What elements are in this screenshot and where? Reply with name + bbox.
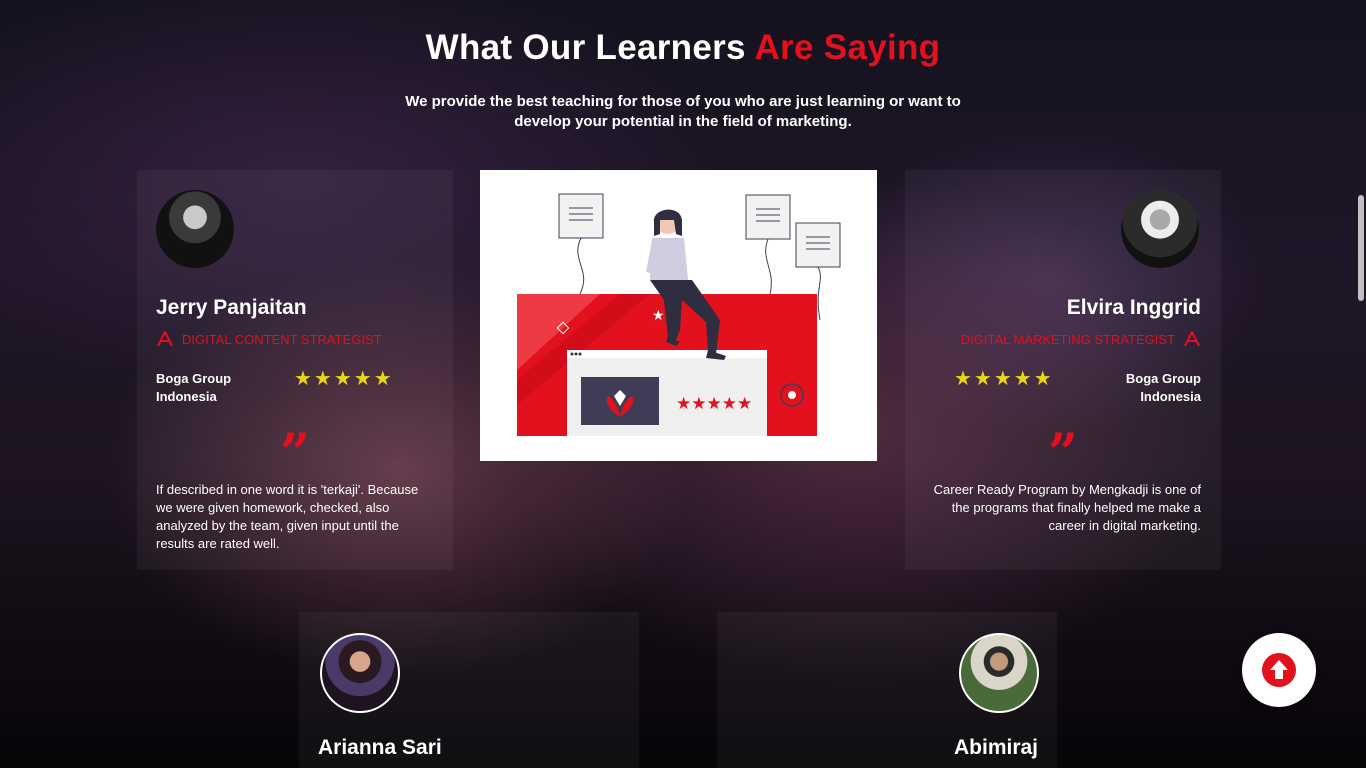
testimonial-review: If described in one word it is 'terkaji'… bbox=[156, 482, 419, 551]
svg-text:★★★★★: ★★★★★ bbox=[676, 394, 752, 414]
quote-icon: ” bbox=[1048, 423, 1078, 484]
compass-icon bbox=[157, 331, 173, 347]
role-label: DIGITAL MARKETING STRATEGIST bbox=[960, 331, 1175, 347]
page-scrollbar[interactable] bbox=[1356, 0, 1366, 768]
testimonial-card: Elvira Inggrid DIGITAL MARKETING STRATEG… bbox=[905, 170, 1221, 570]
section-heading: What Our Learners Are Saying bbox=[0, 28, 1366, 68]
testimonial-illustration: ★★★★★ ★ bbox=[480, 170, 877, 461]
heading-accent: Are Saying bbox=[754, 28, 941, 67]
compass-icon bbox=[1184, 331, 1200, 347]
testimonial-name: Abimiraj bbox=[954, 736, 1039, 759]
rating-stars: ★★★★★ bbox=[954, 368, 1054, 390]
rating-stars: ★★★★★ bbox=[294, 368, 394, 390]
testimonial-card: Jerry Panjaitan DIGITAL CONTENT STRATEGI… bbox=[137, 170, 453, 570]
scroll-to-top-button[interactable] bbox=[1242, 633, 1316, 707]
section-subtitle: We provide the best teaching for those o… bbox=[405, 93, 961, 130]
role-label: DIGITAL CONTENT STRATEGIST bbox=[182, 331, 382, 347]
arrow-up-circle-icon bbox=[1262, 653, 1296, 687]
avatar bbox=[320, 633, 400, 713]
testimonial-company: Boga Group Indonesia bbox=[1125, 371, 1201, 404]
testimonial-name: Jerry Panjaitan bbox=[156, 296, 307, 319]
scrollbar-thumb[interactable] bbox=[1358, 195, 1364, 301]
heading-main: What Our Learners bbox=[425, 28, 746, 67]
testimonial-review: Career Ready Program by Mengkadji is one… bbox=[933, 482, 1201, 533]
avatar bbox=[1121, 190, 1199, 268]
testimonial-name: Arianna Sari bbox=[318, 736, 442, 759]
avatar bbox=[156, 190, 234, 268]
quote-icon: ” bbox=[280, 423, 310, 484]
testimonial-company: Boga Group Indonesia bbox=[156, 371, 232, 404]
svg-text:★: ★ bbox=[652, 308, 665, 324]
testimonial-role: DIGITAL MARKETING STRATEGIST bbox=[961, 331, 1201, 347]
testimonial-role: DIGITAL CONTENT STRATEGIST bbox=[156, 331, 382, 347]
avatar bbox=[959, 633, 1039, 713]
testimonial-name: Elvira Inggrid bbox=[1066, 296, 1201, 319]
